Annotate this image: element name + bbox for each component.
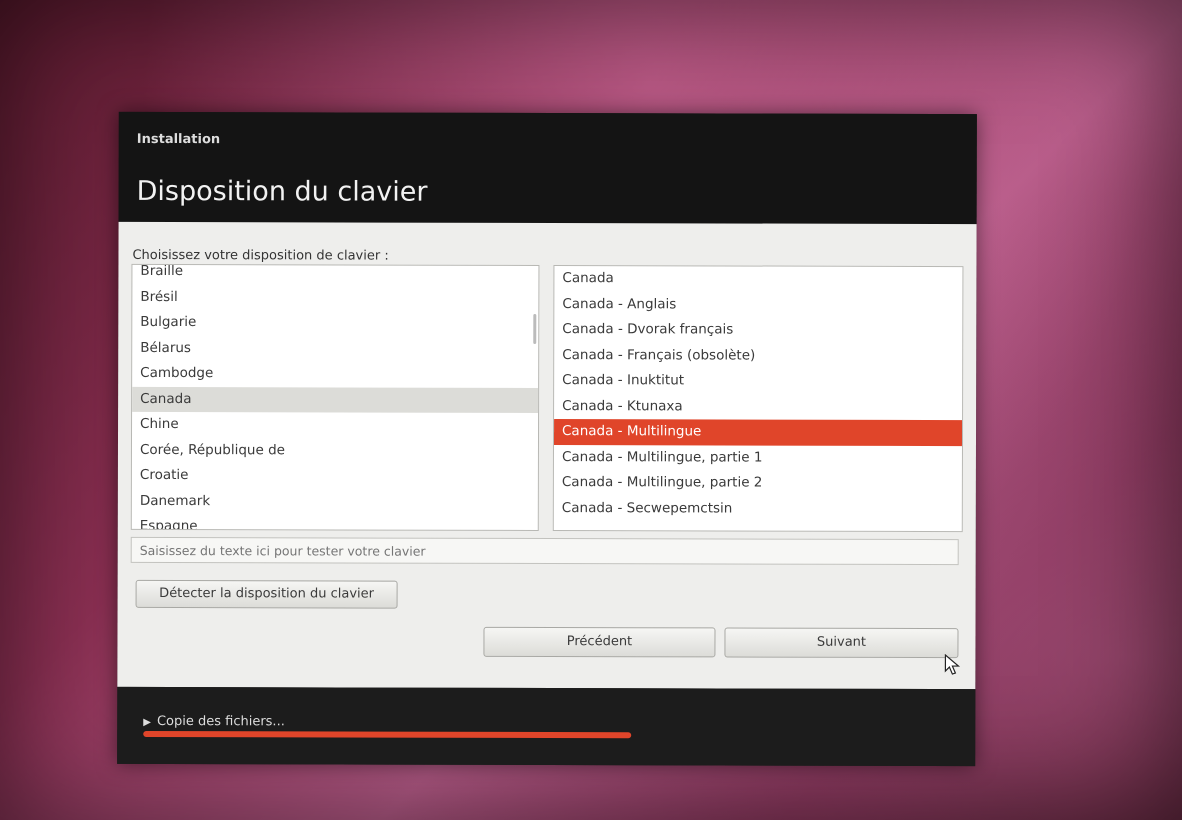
next-button[interactable]: Suivant: [724, 627, 959, 659]
variant-list-item[interactable]: Canada - Ktunaxa: [554, 394, 962, 421]
status-label: Copie des fichiers...: [156, 713, 285, 730]
variant-list-item[interactable]: Canada: [554, 266, 962, 293]
variant-list-item[interactable]: Canada - Français (obsolète): [554, 343, 962, 370]
installer-window: Installation Disposition du clavier Choi…: [117, 111, 977, 767]
country-list-item[interactable]: Brésil: [132, 284, 538, 311]
country-list-item[interactable]: Chine: [132, 412, 538, 439]
variant-list[interactable]: Canada Canada - Anglais Canada - Dvorak fr…: [552, 265, 964, 533]
country-list-item[interactable]: Canada: [132, 386, 539, 413]
country-list-item[interactable]: Cambodge: [132, 361, 538, 388]
previous-button[interactable]: Précédent: [483, 626, 716, 658]
content-area: Choisissez votre disposition de clavier …: [117, 221, 977, 690]
scrollbar-thumb[interactable]: [533, 313, 537, 344]
country-list-item[interactable]: Corée, République de: [132, 437, 538, 464]
page-title: Disposition du clavier: [136, 175, 428, 208]
country-list-item[interactable]: Espagne: [132, 514, 538, 531]
variant-list-item[interactable]: Canada - Anglais: [554, 292, 962, 319]
title-bar: Installation Disposition du clavier: [118, 111, 977, 225]
variant-list-item[interactable]: Canada - Multilingue: [553, 419, 963, 446]
variant-list-item[interactable]: Canada - Multilingue, partie 1: [554, 445, 962, 472]
status-footer: ▶ Copie des fichiers...: [117, 686, 976, 767]
app-title: Installation: [136, 131, 221, 148]
progress-fill: [143, 730, 632, 739]
layout-prompt: Choisissez votre disposition de clavier …: [132, 247, 389, 264]
country-list-item[interactable]: Braille: [132, 264, 538, 286]
detect-layout-button[interactable]: Détecter la disposition du clavier: [135, 579, 398, 609]
progress-bar: [143, 730, 944, 740]
country-list-item[interactable]: Bélarus: [132, 335, 538, 362]
country-list-item[interactable]: Bulgarie: [132, 310, 538, 337]
variant-list-item[interactable]: Canada - Multilingue, partie 2: [554, 470, 962, 497]
keyboard-test-input[interactable]: [130, 536, 959, 566]
variant-list-item[interactable]: Canada - Inuktitut: [554, 368, 962, 395]
country-list-item[interactable]: Croatie: [132, 463, 538, 490]
variant-list-item[interactable]: Canada - Dvorak français: [554, 317, 962, 344]
status-text-row: ▶ Copie des fichiers...: [143, 714, 285, 729]
country-list-item[interactable]: Danemark: [132, 488, 538, 515]
mouse-pointer-icon: [944, 654, 961, 675]
country-list[interactable]: Braille Brésil Bulgarie Bélarus Cambodge Cana…: [130, 263, 540, 531]
expand-arrow-icon[interactable]: ▶: [143, 717, 151, 728]
variant-list-item[interactable]: Canada - Secwepemctsin: [554, 496, 962, 523]
